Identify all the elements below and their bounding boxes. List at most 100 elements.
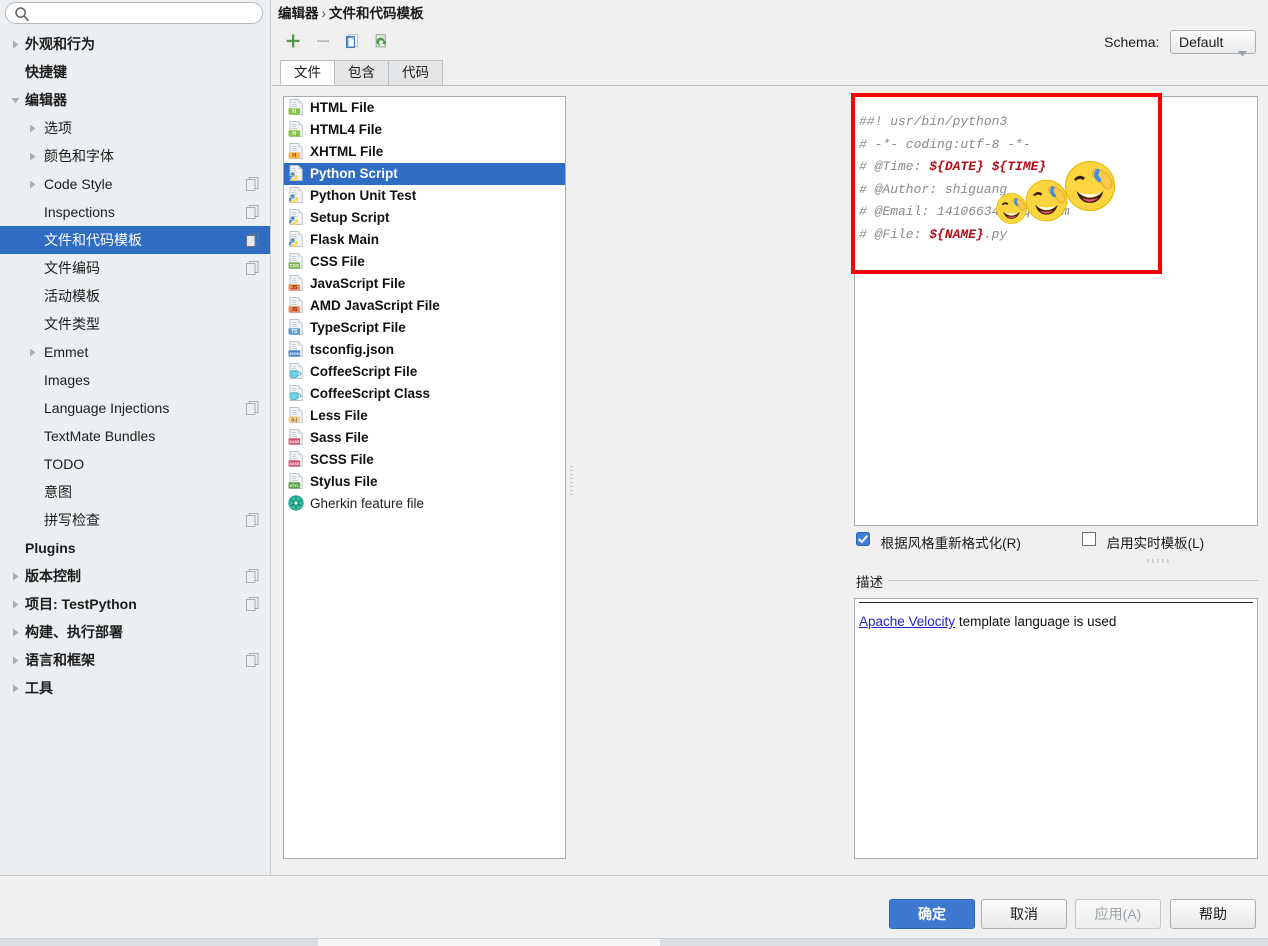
copy-settings-icon[interactable] (246, 569, 259, 583)
chevron-right-icon[interactable] (25, 338, 39, 366)
tab-1[interactable]: 包含 (335, 60, 389, 85)
sidebar-item-2[interactable]: 编辑器 (0, 86, 270, 114)
sidebar-item-8[interactable]: 文件编码 (0, 254, 270, 282)
code-line: # @Author: shiguang (859, 179, 1257, 202)
sidebar-item-22[interactable]: 语言和框架 (0, 646, 270, 674)
copy-settings-icon[interactable] (246, 233, 259, 247)
sidebar-item-5[interactable]: Code Style (0, 170, 270, 198)
copy-settings-icon[interactable] (246, 597, 259, 611)
copy-settings-icon[interactable] (246, 177, 259, 191)
sidebar-item-11[interactable]: Emmet (0, 338, 270, 366)
template-list-item[interactable]: CoffeeScript Class (284, 383, 565, 405)
template-list-item[interactable]: CSS CSS File (284, 251, 565, 273)
sidebar-item-9[interactable]: 活动模板 (0, 282, 270, 310)
template-list-item[interactable]: JS AMD JavaScript File (284, 295, 565, 317)
template-list-item[interactable]: SASS Sass File (284, 427, 565, 449)
sidebar-item-10[interactable]: 文件类型 (0, 310, 270, 338)
svg-text:TS: TS (291, 329, 298, 335)
tab-2[interactable]: 代码 (389, 60, 443, 85)
sidebar-item-7[interactable]: 文件和代码模板 (0, 226, 270, 254)
chevron-right-icon[interactable] (8, 562, 22, 590)
help-button[interactable]: 帮助 (1170, 899, 1256, 929)
template-list-item[interactable]: Gherkin feature file (284, 493, 565, 515)
livetemplate-checkbox[interactable] (1082, 532, 1096, 546)
sidebar-item-21[interactable]: 构建、执行部署 (0, 618, 270, 646)
reformat-checkbox[interactable] (856, 532, 870, 546)
breadcrumb-parent[interactable]: 编辑器 (278, 6, 319, 21)
schema-dropdown[interactable]: Default (1170, 30, 1256, 57)
template-list-item[interactable]: H HTML4 File (284, 119, 565, 141)
sidebar-item-19[interactable]: 版本控制 (0, 562, 270, 590)
coffeescript-file-icon (288, 385, 305, 401)
sidebar-item-label: 文件编码 (44, 260, 100, 276)
template-list-item[interactable]: Setup Script (284, 207, 565, 229)
add-template-button[interactable] (280, 28, 306, 54)
sidebar-item-16[interactable]: 意图 (0, 478, 270, 506)
template-list-item[interactable]: Python Unit Test (284, 185, 565, 207)
code-template-variable: ${NAME} (929, 226, 984, 242)
template-list-item[interactable]: SASS SCSS File (284, 449, 565, 471)
sidebar-item-12[interactable]: Images (0, 366, 270, 394)
chevron-right-icon[interactable] (8, 674, 22, 702)
copy-settings-icon[interactable] (246, 513, 259, 527)
template-list[interactable]: H HTML File H HTML4 File H XHTML File Python S… (283, 96, 566, 859)
sidebar-item-20[interactable]: 项目: TestPython (0, 590, 270, 618)
chevron-right-icon[interactable] (8, 590, 22, 618)
ts-file-icon: TS (288, 319, 305, 335)
description-panel[interactable]: Apache Velocity template language is use… (854, 598, 1258, 859)
sidebar-item-6[interactable]: Inspections (0, 198, 270, 226)
template-list-item[interactable]: TS TypeScript File (284, 317, 565, 339)
sidebar-item-1[interactable]: 快捷键 (0, 58, 270, 86)
chevron-right-icon[interactable] (8, 646, 22, 674)
panel-splitter[interactable] (568, 96, 578, 859)
cancel-button[interactable]: 取消 (981, 899, 1067, 929)
sidebar-item-0[interactable]: 外观和行为 (0, 30, 270, 58)
copy-settings-icon[interactable] (246, 205, 259, 219)
template-list-item[interactable]: Flask Main (284, 229, 565, 251)
search-input[interactable] (5, 2, 263, 24)
template-list-item[interactable]: JS JavaScript File (284, 273, 565, 295)
sidebar-item-17[interactable]: 拼写检查 (0, 506, 270, 534)
sidebar-item-23[interactable]: 工具 (0, 674, 270, 702)
python-file-icon (288, 231, 305, 249)
template-list-item[interactable]: Python Script (284, 163, 565, 185)
code-template-variable: ${DATE} ${TIME} (929, 159, 1047, 175)
reset-template-button[interactable] (369, 28, 395, 54)
template-list-item[interactable]: {L} Less File (284, 405, 565, 427)
apache-velocity-link[interactable]: Apache Velocity (859, 614, 955, 629)
template-editor[interactable]: ##! usr/bin/python3 # -*- coding:utf-8 -*… (854, 96, 1258, 526)
reformat-checkbox-row[interactable]: 根据风格重新格式化(R) (856, 532, 1021, 554)
chevron-right-icon[interactable] (25, 114, 39, 142)
sidebar-item-13[interactable]: Language Injections (0, 394, 270, 422)
copy-settings-icon[interactable] (246, 261, 259, 275)
template-list-item[interactable]: H XHTML File (284, 141, 565, 163)
sidebar-item-14[interactable]: TextMate Bundles (0, 422, 270, 450)
template-list-item-label: HTML4 File (310, 122, 383, 137)
copy-template-button[interactable] (339, 28, 365, 54)
sidebar-item-15[interactable]: TODO (0, 450, 270, 478)
chevron-right-icon[interactable] (25, 170, 39, 198)
copy-settings-icon[interactable] (246, 401, 259, 415)
template-list-item[interactable]: H HTML File (284, 97, 565, 119)
template-list-item[interactable]: JSON tsconfig.json (284, 339, 565, 361)
ok-button[interactable]: 确定 (889, 899, 975, 929)
svg-text:STYL: STYL (289, 484, 299, 488)
sidebar-item-4[interactable]: 颜色和字体 (0, 142, 270, 170)
copy-settings-icon[interactable] (246, 653, 259, 667)
livetemplate-checkbox-row[interactable]: 启用实时模板(L) (1082, 532, 1204, 554)
chevron-right-icon[interactable] (25, 142, 39, 170)
template-list-item[interactable]: CoffeeScript File (284, 361, 565, 383)
chevron-right-icon[interactable] (8, 618, 22, 646)
chevron-down-icon[interactable] (8, 86, 22, 114)
template-list-item[interactable]: STYL Stylus File (284, 471, 565, 493)
tab-0[interactable]: 文件 (280, 60, 335, 85)
sidebar-item-3[interactable]: 选项 (0, 114, 270, 142)
chevron-right-icon[interactable] (8, 30, 22, 58)
gherkin-file-icon (288, 495, 305, 511)
sidebar-item-18[interactable]: Plugins (0, 534, 270, 562)
resize-grip[interactable] (1147, 552, 1173, 567)
template-list-item-label: HTML File (310, 100, 375, 115)
template-list-item-label: CoffeeScript Class (310, 386, 431, 401)
template-list-item-label: TypeScript File (310, 320, 406, 335)
splitter-grip[interactable] (570, 466, 574, 500)
